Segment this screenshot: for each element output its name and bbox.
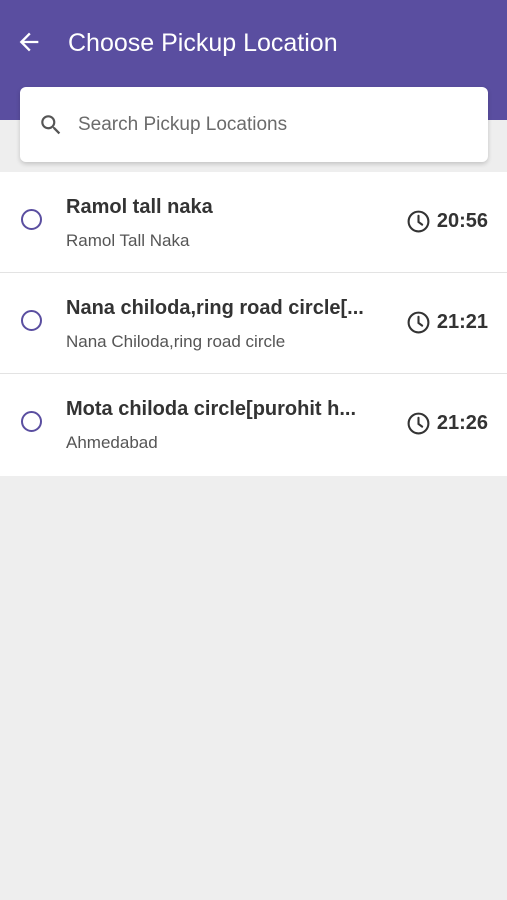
clock-icon — [407, 210, 430, 232]
radio-button[interactable] — [21, 310, 42, 331]
location-name: Nana chiloda,ring road circle[... — [66, 297, 364, 319]
location-address: Ahmedabad — [66, 433, 158, 452]
search-input[interactable] — [78, 105, 468, 145]
clock-icon — [407, 311, 430, 333]
pickup-location-screen: Choose Pickup Location Ramol tall naka R… — [0, 0, 507, 900]
location-row[interactable]: Mota chiloda circle[purohit h... Ahmedab… — [0, 374, 507, 476]
page-title: Choose Pickup Location — [68, 29, 338, 57]
arrow-left-icon — [19, 32, 39, 52]
location-row[interactable]: Ramol tall naka Ramol Tall Naka 20:56 — [0, 172, 507, 273]
radio-button[interactable] — [21, 411, 42, 432]
pickup-time: 21:21 — [406, 309, 488, 335]
location-row[interactable]: Nana chiloda,ring road circle[... Nana C… — [0, 273, 507, 374]
location-name: Mota chiloda circle[purohit h... — [66, 398, 357, 420]
time-text: 21:21 — [436, 311, 488, 333]
search-icon — [41, 115, 61, 135]
time-text: 20:56 — [436, 210, 488, 232]
pickup-time: 21:26 — [406, 410, 488, 436]
search-bar[interactable] — [20, 87, 488, 162]
clock-icon — [407, 412, 430, 434]
pickup-time: 20:56 — [406, 208, 488, 234]
location-name: Ramol tall naka — [66, 196, 213, 218]
location-address: Ramol Tall Naka — [66, 231, 190, 250]
radio-button[interactable] — [21, 209, 42, 230]
location-address: Nana Chiloda,ring road circle — [66, 332, 286, 351]
location-list: Ramol tall naka Ramol Tall Naka 20:56 Na… — [0, 172, 507, 476]
time-text: 21:26 — [436, 412, 488, 434]
back-button[interactable] — [12, 25, 46, 59]
